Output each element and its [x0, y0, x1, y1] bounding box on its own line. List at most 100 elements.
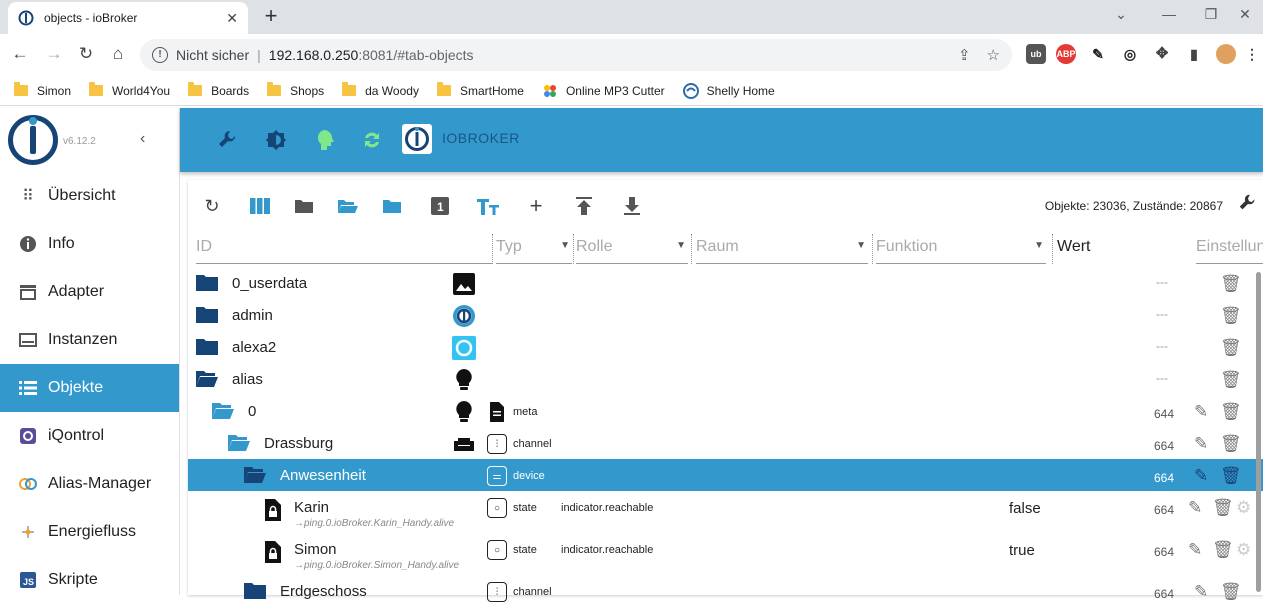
- role-filter[interactable]: Rolle ▼: [576, 234, 688, 264]
- folder-open-icon[interactable]: [196, 370, 218, 387]
- delete-icon[interactable]: 🗑: [1220, 338, 1242, 358]
- theme-icon[interactable]: [262, 126, 290, 154]
- state-value[interactable]: false: [1009, 500, 1041, 517]
- sidebar-item-instanzen[interactable]: Instanzen: [0, 316, 179, 364]
- puzzle-icon[interactable]: ✥: [1152, 44, 1172, 64]
- column-separator[interactable]: [1052, 234, 1053, 264]
- eyedropper-extension-icon[interactable]: ✎: [1088, 44, 1108, 64]
- delete-icon[interactable]: 🗑: [1220, 434, 1242, 454]
- gear-icon[interactable]: ⚙: [1236, 498, 1251, 518]
- sidebar-item-energiefluss[interactable]: Energiefluss: [0, 508, 179, 556]
- share-icon[interactable]: ⇪: [958, 46, 971, 64]
- folder-icon[interactable]: [196, 306, 218, 323]
- function-filter[interactable]: Funktion ▼: [876, 234, 1046, 264]
- new-tab-button[interactable]: +: [258, 4, 284, 30]
- table-row[interactable]: admin --- 🗑: [188, 299, 1263, 331]
- delete-icon[interactable]: 🗑: [1220, 306, 1242, 326]
- table-row[interactable]: alias --- 🗑: [188, 363, 1263, 395]
- sidebar-item-adapter[interactable]: Adapter: [0, 268, 179, 316]
- browser-tab[interactable]: objects - ioBroker ✕: [8, 2, 248, 34]
- adblock-extension-icon[interactable]: ABP: [1056, 44, 1076, 64]
- close-icon[interactable]: ✕: [226, 10, 238, 27]
- columns-icon[interactable]: [248, 194, 272, 218]
- table-row[interactable]: alexa2 --- 🗑: [188, 331, 1263, 363]
- gear-icon[interactable]: ⚙: [1236, 540, 1251, 560]
- download-icon[interactable]: [620, 194, 644, 218]
- column-separator[interactable]: [691, 234, 692, 264]
- minimize-window-icon[interactable]: —: [1146, 6, 1192, 22]
- room-filter[interactable]: Raum ▼: [696, 234, 868, 264]
- table-row[interactable]: Drassburg ⫶ channel 664 ✎ 🗑: [188, 427, 1263, 459]
- delete-icon[interactable]: 🗑: [1220, 370, 1242, 390]
- bookmark-smarthome[interactable]: SmartHome: [436, 82, 524, 98]
- sidebar-item-iqontrol[interactable]: iQontrol: [0, 412, 179, 460]
- edit-icon[interactable]: ✎: [1188, 540, 1202, 560]
- state-value[interactable]: true: [1009, 542, 1035, 559]
- folder-icon[interactable]: [196, 274, 218, 291]
- table-row[interactable]: 0 meta 644 ✎ 🗑: [188, 395, 1263, 427]
- refresh-icon[interactable]: ↻: [200, 194, 224, 218]
- bookmark-world4you[interactable]: World4You: [89, 82, 170, 98]
- column-separator[interactable]: [872, 234, 873, 264]
- bookmark-simon[interactable]: Simon: [14, 82, 71, 98]
- close-window-icon[interactable]: ✕: [1222, 6, 1263, 23]
- more-menu-icon[interactable]: ⋮: [1242, 44, 1262, 64]
- folder-collapse-icon[interactable]: [292, 194, 316, 218]
- delete-icon[interactable]: 🗑: [1220, 274, 1242, 294]
- folder-open-icon[interactable]: [228, 434, 250, 451]
- type-filter[interactable]: Typ ▼: [496, 234, 572, 264]
- column-separator[interactable]: [573, 234, 574, 264]
- bookmark-shops[interactable]: Shops: [267, 82, 324, 98]
- ublock-extension-icon[interactable]: ub: [1026, 44, 1046, 64]
- delete-icon[interactable]: 🗑: [1220, 582, 1242, 602]
- bookmark-shelly-home[interactable]: Shelly Home: [682, 82, 775, 99]
- sync-icon[interactable]: [358, 126, 386, 154]
- folder-open-icon[interactable]: [212, 402, 234, 419]
- table-row[interactable]: Karin →ping.0.ioBroker.Karin_Handy.alive…: [188, 491, 1263, 533]
- reload-icon[interactable]: ↻: [74, 42, 98, 66]
- add-icon[interactable]: +: [524, 193, 548, 218]
- table-row-selected[interactable]: Anwesenheit ⚌ device 664 ✎ 🗑: [188, 459, 1263, 491]
- edit-icon[interactable]: ✎: [1188, 498, 1202, 518]
- upload-icon[interactable]: [572, 194, 596, 218]
- folder-open-icon[interactable]: [244, 466, 266, 483]
- expert-mode-icon[interactable]: [310, 126, 338, 154]
- extension-icon[interactable]: ◎: [1120, 44, 1140, 64]
- address-bar[interactable]: ! Nicht sicher | 192.168.0.250:8081/#tab…: [140, 39, 1012, 71]
- sidebar-item-info[interactable]: Info: [0, 220, 179, 268]
- minimize-icon[interactable]: ⌄: [1098, 6, 1144, 23]
- edit-icon[interactable]: ✎: [1194, 582, 1208, 602]
- edit-icon[interactable]: ✎: [1194, 434, 1208, 454]
- delete-icon[interactable]: 🗑: [1212, 498, 1234, 518]
- back-icon[interactable]: ←: [8, 42, 32, 66]
- bookmark-boards[interactable]: Boards: [188, 82, 249, 98]
- forward-icon[interactable]: →: [42, 42, 66, 66]
- one-level-icon[interactable]: 1: [428, 194, 452, 218]
- wrench-icon[interactable]: [214, 126, 242, 154]
- edit-icon[interactable]: ✎: [1194, 402, 1208, 422]
- sidebar-item-uebersicht[interactable]: ⠿ Übersicht: [0, 172, 179, 220]
- table-row[interactable]: 0_userdata --- 🗑: [188, 267, 1263, 299]
- chevron-left-icon[interactable]: ‹: [140, 130, 145, 148]
- folder-level-icon[interactable]: [380, 194, 404, 218]
- id-filter[interactable]: ID: [196, 234, 492, 264]
- profile-avatar[interactable]: [1216, 44, 1236, 64]
- settings-filter[interactable]: Einstellungen: [1196, 234, 1263, 264]
- folder-icon[interactable]: [244, 582, 266, 599]
- delete-icon[interactable]: 🗑: [1220, 402, 1242, 422]
- text-size-icon[interactable]: [476, 194, 500, 218]
- delete-icon[interactable]: 🗑: [1220, 466, 1242, 486]
- bookmark-star-icon[interactable]: ☆: [987, 46, 1000, 64]
- sidebar-item-skripte[interactable]: JS Skripte: [0, 556, 179, 604]
- settings-wrench-icon[interactable]: [1237, 192, 1259, 220]
- table-row[interactable]: Erdgeschoss ⫶ channel 664 ✎ 🗑: [188, 575, 1263, 607]
- table-row[interactable]: Simon →ping.0.ioBroker.Simon_Handy.alive…: [188, 533, 1263, 575]
- sidebar-item-objekte[interactable]: Objekte: [0, 364, 179, 412]
- bookmark-da-woody[interactable]: da Woody: [342, 82, 419, 98]
- home-icon[interactable]: ⌂: [106, 42, 130, 66]
- delete-icon[interactable]: 🗑: [1212, 540, 1234, 560]
- scrollbar[interactable]: [1256, 272, 1261, 592]
- bookmark-mp3-cutter[interactable]: Online MP3 Cutter: [542, 83, 665, 99]
- sidepanel-icon[interactable]: ▮: [1184, 44, 1204, 64]
- sidebar-item-alias-manager[interactable]: Alias-Manager: [0, 460, 179, 508]
